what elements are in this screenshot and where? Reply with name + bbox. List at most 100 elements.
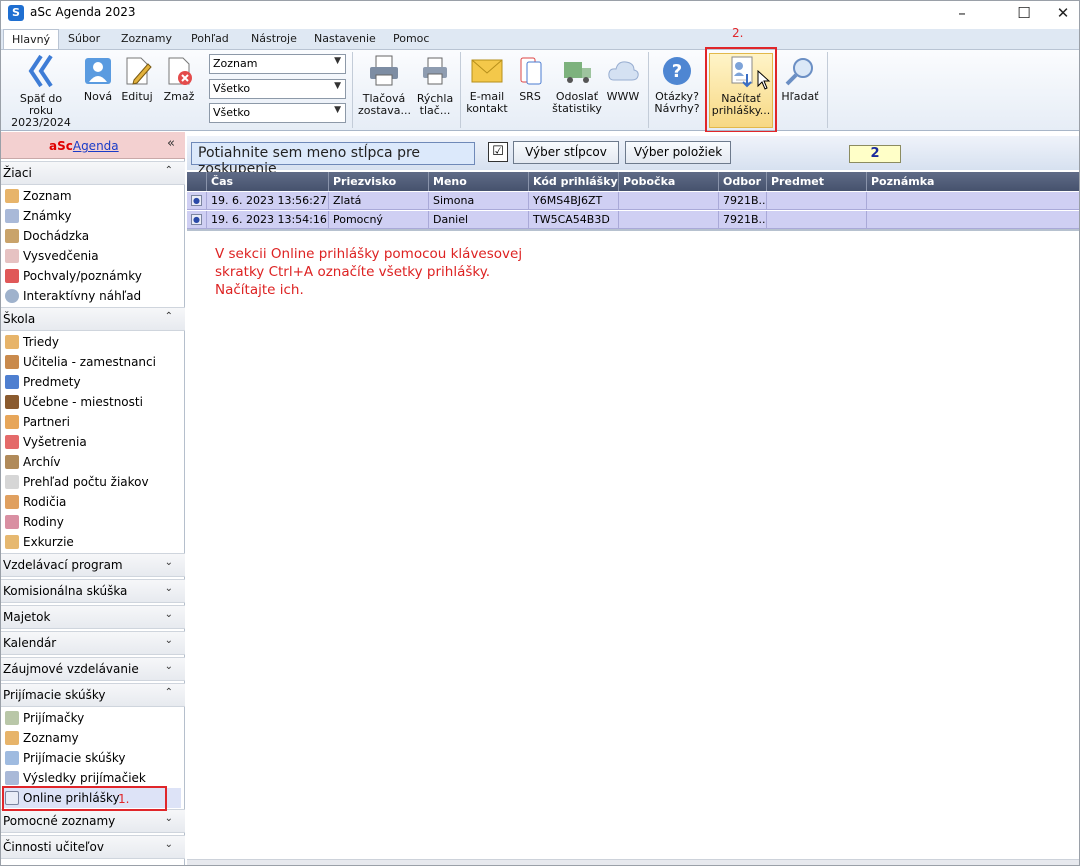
www-button[interactable]: WWW [605, 56, 641, 103]
sidebar-item-exkurzie[interactable]: Exkurzie [5, 532, 74, 552]
section-pomocne[interactable]: Pomocné zoznamy ⌄ [1, 809, 185, 833]
view-combo[interactable]: Zoznam ▼ [209, 54, 346, 74]
column-pobocka[interactable]: Pobočka [619, 172, 719, 191]
sidebar-item-nahlad[interactable]: Interaktívny náhľad [5, 286, 141, 306]
window-title: aSc Agenda 2023 [30, 5, 136, 19]
chevron-down-icon: ▼ [334, 56, 341, 66]
column-poznamka[interactable]: Poznámka [867, 172, 1079, 191]
sidebar-item-prehlad[interactable]: Prehľad počtu žiakov [5, 472, 149, 492]
column-select-button[interactable]: Výber stĺpcov [513, 141, 619, 164]
cell-meno: Simona [429, 192, 529, 209]
chevron-down-icon: ⌄ [164, 839, 173, 850]
title-bar: S aSc Agenda 2023 – ☐ ✕ [1, 1, 1079, 27]
section-prijimacie[interactable]: Prijímacie skúšky ⌃ [1, 683, 185, 707]
tab-hlavny[interactable]: Hlavný [3, 29, 60, 50]
table-row[interactable]: ● 19. 6. 2023 13:54:16 Pomocný Daniel TW… [187, 211, 1079, 229]
print-report-button[interactable]: Tlačová zostava... [358, 54, 411, 117]
section-kalendar[interactable]: Kalendár ⌄ [1, 631, 185, 655]
chevron-up-icon: ⌃ [164, 165, 173, 176]
ribbon-separator [460, 52, 461, 128]
ribbon-separator [352, 52, 353, 128]
section-skola[interactable]: Škola ⌃ [1, 307, 185, 331]
back-year-button[interactable]: Späť do roku 2023/2024 [7, 54, 75, 129]
cell-meno: Daniel [429, 211, 529, 228]
sidebar-item-vysetrenia[interactable]: Vyšetrenia [5, 432, 87, 452]
cloud-icon [608, 61, 639, 81]
sidebar-item-pochvaly[interactable]: Pochvaly/poznámky [5, 266, 142, 286]
sidebar-item-rodicia[interactable]: Rodičia [5, 492, 66, 512]
sidebar-item-ucitelia[interactable]: Učitelia - zamestnanci [5, 352, 156, 372]
sidebar-item-rodiny[interactable]: Rodiny [5, 512, 64, 532]
sidebar-item-vysledky[interactable]: Výsledky prijímačiek [5, 768, 146, 788]
cell-poznamka [867, 192, 1079, 209]
collapse-sidebar-button[interactable]: « [167, 136, 175, 151]
column-kod[interactable]: Kód prihlášky [529, 172, 619, 191]
sidebar-item-prijimacie-skusky[interactable]: Prijímacie skúšky [5, 748, 125, 768]
tab-pohlad[interactable]: Pohľad [191, 32, 229, 45]
table-row[interactable]: ● 19. 6. 2023 13:56:27 Zlatá Simona Y6MS… [187, 192, 1079, 210]
srs-phone-icon [520, 57, 542, 85]
email-envelope-icon [471, 59, 503, 83]
tab-subor[interactable]: Súbor [68, 32, 100, 45]
sidebar-item-ucebne[interactable]: Učebne - miestnosti [5, 392, 143, 412]
section-cinnosti[interactable]: Činnosti učiteľov ⌄ [1, 835, 185, 859]
search-button[interactable]: Hľadať [779, 56, 821, 103]
sidebar-item-zoznamy[interactable]: Zoznamy [5, 728, 79, 748]
section-majetok[interactable]: Majetok ⌄ [1, 605, 185, 629]
section-vzdelavaci[interactable]: Vzdelávací program ⌄ [1, 553, 185, 577]
quick-print-button[interactable]: Rýchla tlač... [413, 54, 457, 117]
sidebar-header: aScAgenda « [1, 132, 185, 159]
tab-pomoc[interactable]: Pomoc [393, 32, 429, 45]
close-button[interactable]: ✕ [1047, 1, 1079, 27]
help-button[interactable]: ? Otázky? Návrhy? [653, 56, 701, 115]
cell-odbor: 7921B... [719, 192, 767, 209]
item-select-button[interactable]: Výber položiek [625, 141, 731, 164]
person-icon: ● [191, 214, 202, 225]
show-group-checkbox[interactable]: ☑ [488, 142, 508, 162]
sidebar-item-predmety[interactable]: Predmety [5, 372, 81, 392]
table-bottom-line [187, 229, 1079, 231]
minimize-button[interactable]: – [939, 1, 985, 27]
column-odbor[interactable]: Odbor [719, 172, 767, 191]
sidebar-item-znamky[interactable]: Známky [5, 206, 72, 226]
sidebar-item-zoznam[interactable]: Zoznam [5, 186, 72, 206]
section-komisionalna[interactable]: Komisionálna skúška ⌄ [1, 579, 185, 603]
filter-combo-2[interactable]: Všetko ▼ [209, 103, 346, 123]
group-drop-area[interactable]: Potiahnite sem meno stĺpca pre zoskupeni… [191, 142, 475, 177]
cell-odbor: 7921B... [719, 211, 767, 228]
tab-zoznamy[interactable]: Zoznamy [121, 32, 172, 45]
ribbon-separator [827, 52, 828, 128]
cell-kod: TW5CA54B3D [529, 211, 619, 228]
sidebar-item-triedy[interactable]: Triedy [5, 332, 59, 352]
section-ziaci[interactable]: Žiaci ⌃ [1, 161, 185, 185]
search-icon [785, 58, 813, 86]
quick-printer-icon [423, 57, 447, 85]
sidebar-item-dochadzka[interactable]: Dochádzka [5, 226, 89, 246]
brand-link[interactable]: aScAgenda [49, 139, 119, 153]
new-button[interactable]: Nová [81, 56, 115, 103]
srs-button[interactable]: SRS [513, 56, 547, 103]
filter-combo-1[interactable]: Všetko ▼ [209, 79, 346, 99]
email-contact-button[interactable]: E-mail kontakt [465, 56, 509, 115]
delete-button[interactable]: Zmaž [161, 56, 197, 103]
section-zaujmove[interactable]: Záujmové vzdelávanie ⌄ [1, 657, 185, 681]
sidebar-item-partneri[interactable]: Partneri [5, 412, 70, 432]
sidebar-item-vysvedcenia[interactable]: Vysvedčenia [5, 246, 99, 266]
send-statistics-button[interactable]: Odoslať štatistiky [551, 56, 603, 115]
horizontal-scrollbar[interactable] [187, 859, 1079, 865]
admission-icon [5, 711, 19, 725]
handshake-icon [5, 415, 19, 429]
record-count: 2 [849, 145, 901, 163]
tab-nastroje[interactable]: Nástroje [251, 32, 297, 45]
maximize-button[interactable]: ☐ [1001, 1, 1047, 27]
column-meno[interactable]: Meno [429, 172, 529, 191]
archive-icon [5, 455, 19, 469]
column-cas[interactable]: Čas [207, 172, 329, 191]
student-icon [5, 189, 19, 203]
column-priezvisko[interactable]: Priezvisko [329, 172, 429, 191]
sidebar-item-prijimacky[interactable]: Prijímačky [5, 708, 84, 728]
sidebar-item-archiv[interactable]: Archív [5, 452, 61, 472]
column-predmet[interactable]: Predmet [767, 172, 867, 191]
tab-nastavenie[interactable]: Nastavenie [314, 32, 376, 45]
edit-button[interactable]: Edituj [119, 56, 155, 103]
